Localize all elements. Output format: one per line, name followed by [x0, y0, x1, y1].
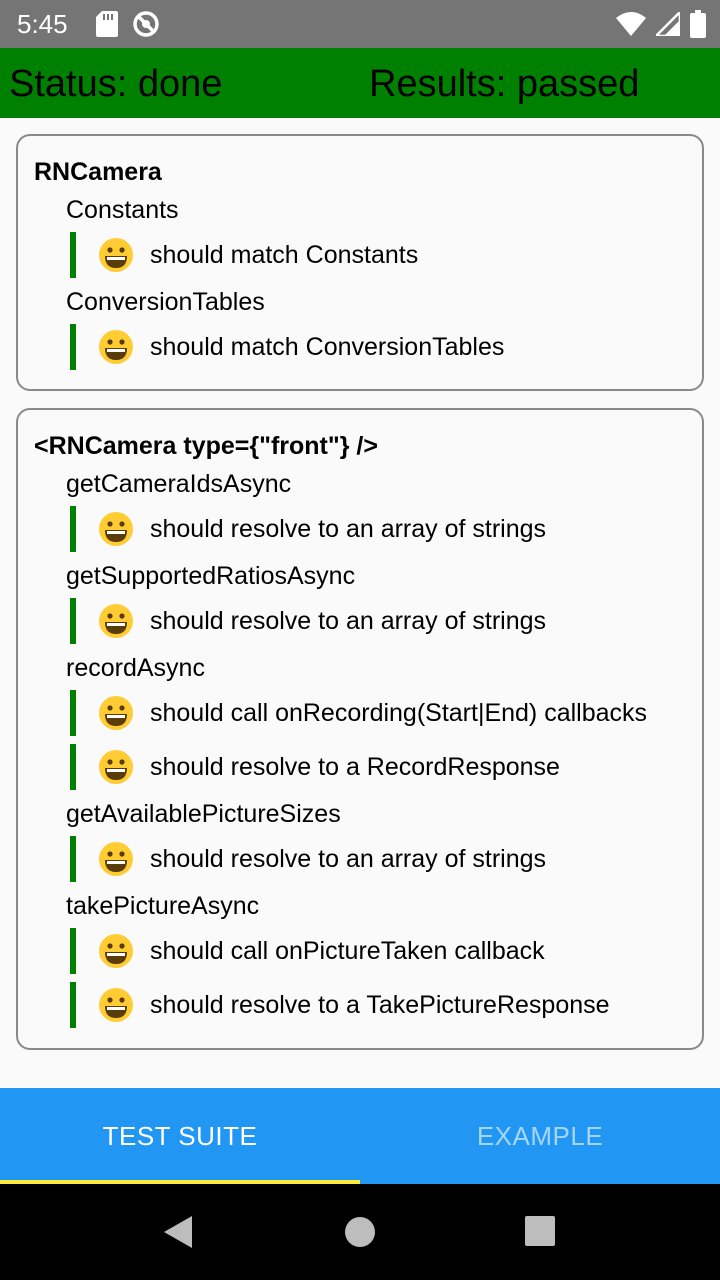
- test-row: should resolve to an array of strings: [70, 506, 546, 552]
- suite-card: <RNCamera type={"front"} /> getCameraIds…: [16, 408, 704, 1050]
- pass-indicator: [70, 690, 76, 736]
- group-title: getCameraIdsAsync: [66, 470, 292, 498]
- group-title: getSupportedRatiosAsync: [66, 562, 356, 590]
- results-header: Status: done Results: passed: [0, 48, 720, 118]
- status-time: 5:45: [17, 9, 68, 39]
- results-text: Results: passed: [369, 63, 640, 105]
- group-title: Constants: [66, 196, 179, 224]
- suite-title: RNCamera: [34, 158, 162, 186]
- test-row: should match Constants: [70, 232, 418, 278]
- grinning-face-icon: [99, 842, 133, 876]
- test-row: should resolve to a RecordResponse: [70, 744, 560, 790]
- pass-indicator: [70, 324, 76, 370]
- test-row: should resolve to an array of strings: [70, 836, 546, 882]
- group-title: takePictureAsync: [66, 892, 260, 920]
- pass-indicator: [70, 928, 76, 974]
- grinning-face-icon: [99, 512, 133, 546]
- pass-indicator: [70, 506, 76, 552]
- test-row: should call onRecording(Start|End) callb…: [70, 690, 647, 736]
- no-location-icon: [133, 11, 159, 37]
- status-text: Status: done: [9, 63, 223, 105]
- status-bar: 5:45: [0, 0, 720, 48]
- test-results-list[interactable]: RNCamera Constants should match Constant…: [0, 118, 720, 1088]
- pass-indicator: [70, 982, 76, 1028]
- test-label: should match ConversionTables: [150, 332, 505, 361]
- home-icon[interactable]: [343, 1215, 377, 1249]
- back-icon[interactable]: [160, 1214, 196, 1250]
- grinning-face-icon: [99, 330, 133, 364]
- tab-test-suite[interactable]: TEST SUITE: [0, 1088, 360, 1184]
- test-label: should match Constants: [150, 240, 419, 269]
- sd-card-icon: [96, 11, 118, 37]
- signal-icon: [656, 12, 680, 36]
- group-title: getAvailablePictureSizes: [66, 800, 341, 828]
- test-row: should call onPictureTaken callback: [70, 928, 545, 974]
- test-row: should resolve to a TakePictureResponse: [70, 982, 610, 1028]
- grinning-face-icon: [99, 750, 133, 784]
- tab-label: TEST SUITE: [102, 1120, 258, 1151]
- test-label: should resolve to an array of strings: [150, 514, 547, 543]
- tab-example[interactable]: EXAMPLE: [360, 1088, 720, 1184]
- battery-icon: [690, 10, 706, 38]
- test-row: should resolve to an array of strings: [70, 598, 546, 644]
- test-label: should call onRecording(Start|End) callb…: [150, 698, 648, 727]
- tab-label: EXAMPLE: [476, 1120, 604, 1151]
- grinning-face-icon: [99, 238, 133, 272]
- test-label: should resolve to a RecordResponse: [150, 752, 560, 781]
- grinning-face-icon: [99, 696, 133, 730]
- grinning-face-icon: [99, 604, 133, 638]
- test-label: should call onPictureTaken callback: [150, 936, 545, 965]
- suite-title: <RNCamera type={"front"} />: [34, 432, 378, 460]
- test-label: should resolve to an array of strings: [150, 606, 547, 635]
- pass-indicator: [70, 744, 76, 790]
- grinning-face-icon: [99, 988, 133, 1022]
- test-label: should resolve to a TakePictureResponse: [150, 990, 610, 1019]
- recents-icon[interactable]: [524, 1215, 556, 1247]
- test-row: should match ConversionTables: [70, 324, 504, 370]
- pass-indicator: [70, 836, 76, 882]
- group-title: ConversionTables: [66, 288, 265, 316]
- system-nav-bar: [0, 1184, 720, 1280]
- grinning-face-icon: [99, 934, 133, 968]
- wifi-icon: [616, 12, 646, 36]
- pass-indicator: [70, 598, 76, 644]
- pass-indicator: [70, 232, 76, 278]
- tab-bar: TEST SUITE EXAMPLE: [0, 1088, 720, 1184]
- test-label: should resolve to an array of strings: [150, 844, 547, 873]
- group-title: recordAsync: [66, 654, 205, 682]
- suite-card: RNCamera Constants should match Constant…: [16, 134, 704, 391]
